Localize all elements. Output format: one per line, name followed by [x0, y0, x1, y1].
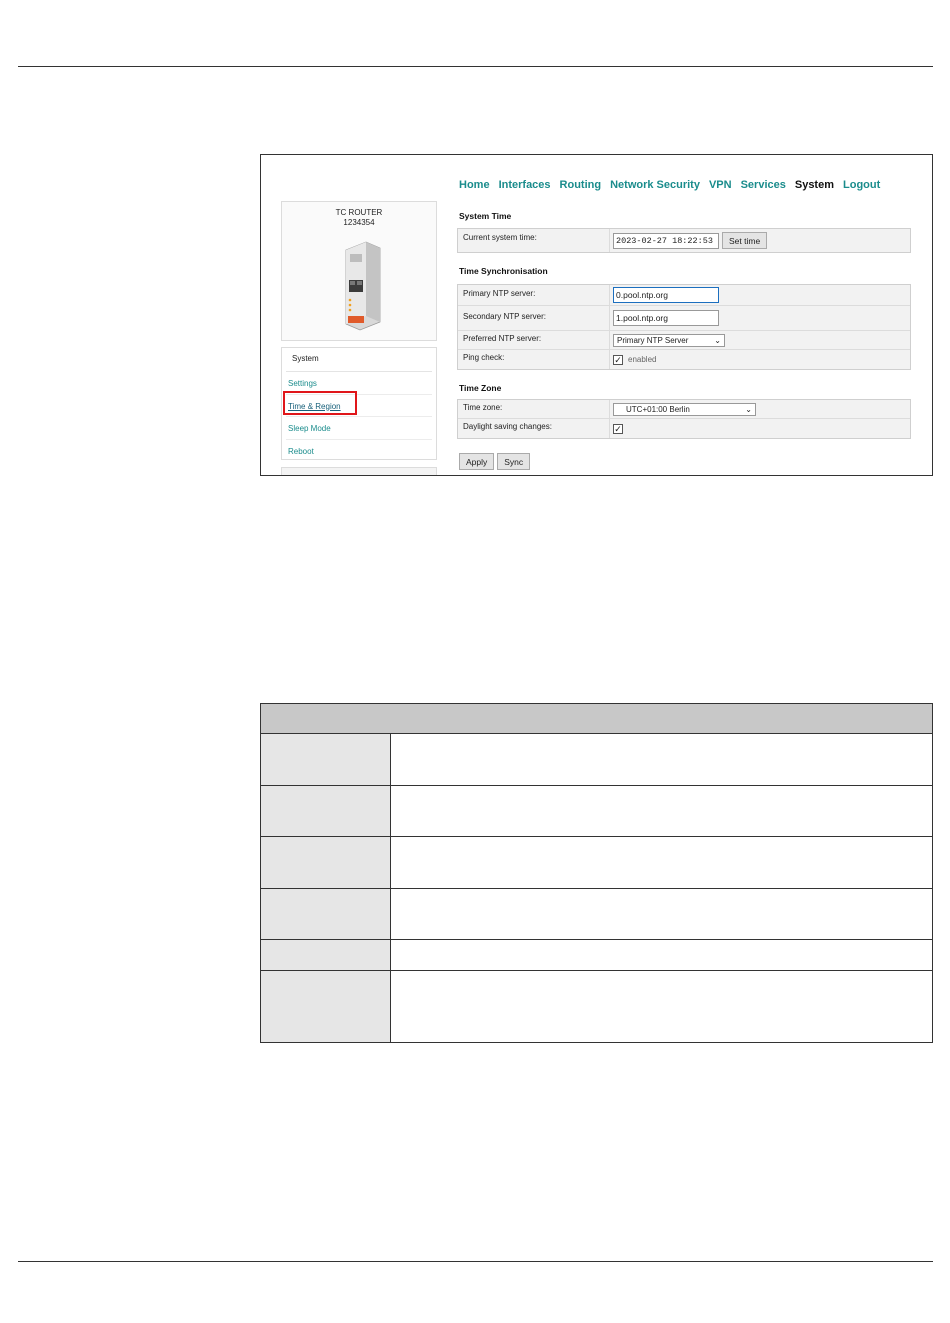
table-cell-label	[261, 971, 391, 1042]
footer-rule	[18, 1261, 933, 1262]
device-serial: 1234354	[343, 218, 375, 227]
time-zone-row: Time zone: UTC+01:00 Berlin ⌄	[458, 400, 910, 419]
table-cell-description	[391, 889, 932, 939]
form-actions: Apply Sync	[459, 453, 531, 470]
parameter-table	[260, 703, 933, 1043]
current-time-row: Current system time: 2023-02-27 18:22:53…	[458, 229, 910, 252]
table-cell-label	[261, 837, 391, 888]
secondary-ntp-input[interactable]: 1.pool.ntp.org	[613, 310, 719, 326]
table-row	[261, 889, 932, 940]
time-sync-table: Primary NTP server: 0.pool.ntp.org Secon…	[457, 284, 911, 370]
sidebar-heading: System	[286, 348, 432, 372]
time-sync-title: Time Synchronisation	[459, 266, 548, 276]
nav-logout[interactable]: Logout	[843, 179, 880, 191]
preferred-ntp-select[interactable]: Primary NTP Server ⌄	[613, 333, 725, 347]
current-time-label: Current system time:	[458, 229, 610, 252]
time-zone-label: Time zone:	[458, 400, 610, 418]
table-row	[261, 837, 932, 889]
system-time-table: Current system time: 2023-02-27 18:22:53…	[457, 228, 911, 253]
table-row	[261, 786, 932, 837]
primary-ntp-input[interactable]: 0.pool.ntp.org	[613, 287, 719, 303]
table-cell-label	[261, 734, 391, 785]
time-zone-title: Time Zone	[459, 383, 502, 393]
table-cell-label	[261, 940, 391, 970]
current-time-field[interactable]: 2023-02-27 18:22:53	[613, 232, 719, 249]
dst-checkbox[interactable]: ✓	[613, 423, 623, 434]
chevron-down-icon: ⌄	[714, 335, 721, 345]
time-zone-value: UTC+01:00 Berlin	[626, 404, 690, 414]
nav-services[interactable]: Services	[741, 179, 786, 191]
set-time-button[interactable]: Set time	[722, 232, 768, 249]
table-cell-description	[391, 940, 932, 970]
apply-button[interactable]: Apply	[459, 453, 495, 470]
ping-check-checkbox[interactable]: ✓	[613, 354, 623, 365]
nav-interfaces[interactable]: Interfaces	[499, 179, 551, 191]
nav-system[interactable]: System	[795, 179, 834, 191]
dst-row: Daylight saving changes: ✓	[458, 419, 910, 438]
ping-check-row: Ping check: ✓ enabled	[458, 350, 910, 369]
header-rule	[18, 66, 933, 67]
table-cell-label	[261, 889, 391, 939]
sidebar-item-reboot[interactable]: Reboot	[286, 440, 432, 463]
device-model: TC ROUTER	[335, 208, 383, 217]
preferred-ntp-value: Primary NTP Server	[617, 335, 689, 345]
highlight-box	[283, 391, 357, 415]
time-zone-table: Time zone: UTC+01:00 Berlin ⌄ Daylight s…	[457, 399, 911, 439]
sidebar-stub	[281, 467, 437, 475]
secondary-ntp-label: Secondary NTP server:	[458, 306, 610, 330]
table-cell-label	[261, 786, 391, 836]
nav-routing[interactable]: Routing	[560, 179, 602, 191]
table-row	[261, 971, 932, 1042]
dst-label: Daylight saving changes:	[458, 419, 610, 438]
nav-home[interactable]: Home	[459, 179, 490, 191]
screenshot-frame: TC ROUTER 1234354 System Settings Time &…	[260, 154, 933, 476]
preferred-ntp-row: Preferred NTP server: Primary NTP Server…	[458, 331, 910, 350]
system-time-title: System Time	[459, 211, 512, 221]
parameter-table-header	[261, 704, 932, 734]
primary-ntp-label: Primary NTP server:	[458, 285, 610, 305]
primary-ntp-row: Primary NTP server: 0.pool.ntp.org	[458, 285, 910, 306]
router-device-image	[345, 241, 381, 331]
ping-check-label: Ping check:	[458, 350, 610, 369]
nav-network-security[interactable]: Network Security	[610, 179, 700, 191]
table-cell-description	[391, 734, 932, 785]
sync-button[interactable]: Sync	[497, 453, 531, 470]
time-zone-select[interactable]: UTC+01:00 Berlin ⌄	[613, 402, 756, 416]
nav-vpn[interactable]: VPN	[709, 179, 732, 191]
sidebar-item-sleep-mode[interactable]: Sleep Mode	[286, 417, 432, 440]
table-cell-description	[391, 786, 932, 836]
preferred-ntp-label: Preferred NTP server:	[458, 331, 610, 349]
chevron-down-icon: ⌄	[745, 404, 752, 414]
table-row	[261, 940, 932, 971]
secondary-ntp-row: Secondary NTP server: 1.pool.ntp.org	[458, 306, 910, 331]
device-panel: TC ROUTER 1234354	[281, 201, 437, 341]
table-cell-description	[391, 837, 932, 888]
ping-check-enabled-label: enabled	[628, 355, 657, 364]
table-cell-description	[391, 971, 932, 1042]
main-nav: Home Interfaces Routing Network Security VPN…	[459, 179, 889, 191]
table-row	[261, 734, 932, 786]
